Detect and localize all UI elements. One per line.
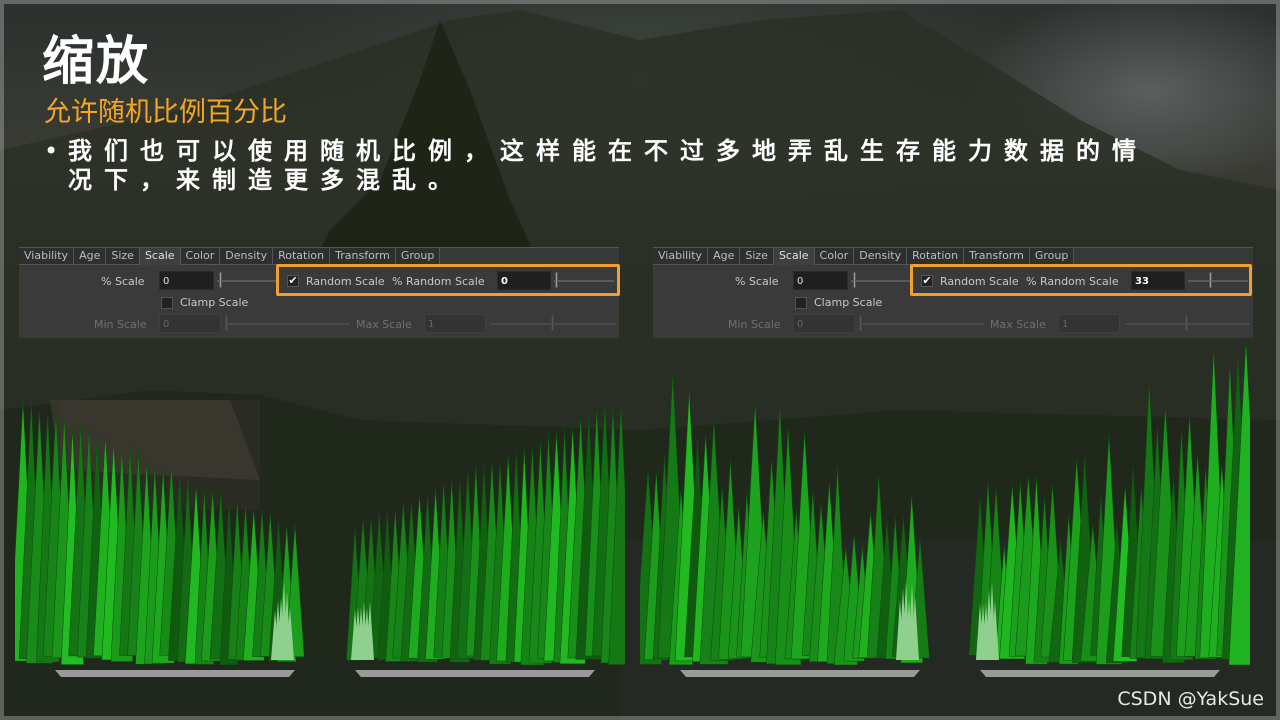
- percent-scale-label: % Scale: [735, 275, 779, 288]
- clamp-scale-checkbox[interactable]: [795, 297, 807, 309]
- watermark: CSDN @YakSue: [1117, 688, 1264, 710]
- percent-scale-slider[interactable]: [217, 280, 277, 282]
- forest-render-svg: [640, 340, 1250, 677]
- tab-transform[interactable]: Transform: [964, 248, 1030, 265]
- tab-scale[interactable]: Scale: [773, 248, 815, 265]
- tab-size[interactable]: Size: [106, 248, 140, 265]
- tab-group[interactable]: Group: [1029, 248, 1075, 265]
- tab-viability[interactable]: Viability: [19, 248, 75, 265]
- tab-rotation[interactable]: Rotation: [907, 248, 965, 265]
- tab-age[interactable]: Age: [74, 248, 107, 265]
- bullet-dot: •: [44, 137, 59, 165]
- percent-scale-slider-handle[interactable]: [219, 272, 222, 288]
- bullet-point: • 我们也可以使用随机比例，这样能在不过多地弄乱生存能力数据的情况下，来制造更多…: [44, 137, 1154, 195]
- percent-scale-field[interactable]: 0: [793, 271, 848, 290]
- tab-color[interactable]: Color: [814, 248, 855, 265]
- tab-bar: Viability Age Size Scale Color Density R…: [653, 248, 1075, 265]
- tab-rotation[interactable]: Rotation: [273, 248, 331, 265]
- tab-size[interactable]: Size: [740, 248, 774, 265]
- percent-scale-slider-handle[interactable]: [853, 272, 856, 288]
- min-scale-label: Min Scale: [94, 318, 147, 331]
- tab-viability[interactable]: Viability: [653, 248, 709, 265]
- min-scale-slider[interactable]: [225, 323, 350, 325]
- tab-bar: Viability Age Size Scale Color Density R…: [19, 248, 441, 265]
- random-scale-highlight: [910, 264, 1252, 296]
- ground-plate: [680, 670, 920, 677]
- max-scale-slider-handle[interactable]: [551, 315, 554, 331]
- scale-panel-right: Viability Age Size Scale Color Density R…: [653, 247, 1253, 338]
- min-scale-slider-handle[interactable]: [225, 315, 228, 331]
- random-scale-highlight: [276, 264, 620, 296]
- tab-transform[interactable]: Transform: [330, 248, 396, 265]
- min-scale-slider[interactable]: [859, 323, 984, 325]
- min-scale-label: Min Scale: [728, 318, 781, 331]
- max-scale-slider-handle[interactable]: [1185, 315, 1188, 331]
- slide-title: 缩放: [42, 32, 151, 92]
- clamp-scale-checkbox[interactable]: [161, 297, 173, 309]
- percent-scale-field[interactable]: 0: [159, 271, 214, 290]
- max-scale-label: Max Scale: [356, 318, 412, 331]
- min-scale-slider-handle[interactable]: [859, 315, 862, 331]
- uniform-scale-forest-render: [15, 340, 625, 680]
- tab-scale[interactable]: Scale: [139, 248, 181, 265]
- max-scale-field[interactable]: 1: [1058, 314, 1120, 333]
- min-scale-field[interactable]: 0: [793, 314, 855, 333]
- random-scale-forest-render: [640, 340, 1250, 680]
- tab-density[interactable]: Density: [220, 248, 274, 265]
- percent-scale-label: % Scale: [101, 275, 145, 288]
- tab-density[interactable]: Density: [854, 248, 908, 265]
- forest-render-svg: [15, 401, 625, 677]
- max-scale-field[interactable]: 1: [424, 314, 486, 333]
- tab-group[interactable]: Group: [395, 248, 441, 265]
- scale-panel-left: Viability Age Size Scale Color Density R…: [19, 247, 620, 338]
- ground-plate: [355, 670, 595, 677]
- min-scale-field[interactable]: 0: [159, 314, 221, 333]
- bullet-text: 我们也可以使用随机比例，这样能在不过多地弄乱生存能力数据的情况下，来制造更多混乱…: [68, 137, 1148, 194]
- slide-subtitle: 允许随机比例百分比: [44, 97, 287, 128]
- panel-body: % Scale 0 ✔ Random Scale % Random Scale …: [653, 264, 1253, 338]
- clamp-scale-label: Clamp Scale: [814, 296, 883, 309]
- panel-body: % Scale 0 ✔ Random Scale % Random Scale …: [19, 264, 620, 338]
- tab-color[interactable]: Color: [180, 248, 221, 265]
- clamp-scale-label: Clamp Scale: [180, 296, 249, 309]
- percent-scale-slider[interactable]: [851, 280, 911, 282]
- tab-age[interactable]: Age: [708, 248, 741, 265]
- ground-plate: [55, 670, 295, 677]
- max-scale-label: Max Scale: [990, 318, 1046, 331]
- ground-plate: [980, 670, 1220, 677]
